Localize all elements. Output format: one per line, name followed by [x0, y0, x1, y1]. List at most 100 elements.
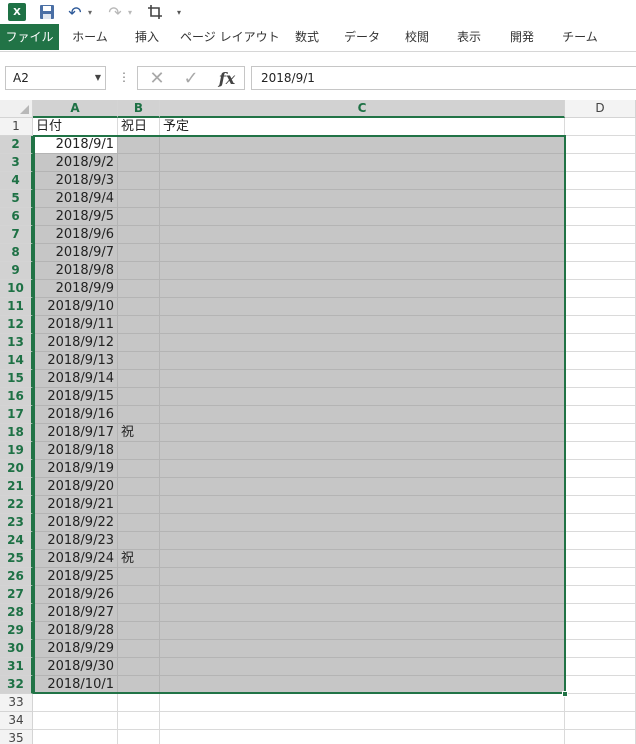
cell-b8[interactable] [118, 244, 160, 262]
cell-a24[interactable]: 2018/9/23 [33, 532, 118, 550]
cell-d15[interactable] [565, 370, 636, 388]
cell-a31[interactable]: 2018/9/30 [33, 658, 118, 676]
cell-a11[interactable]: 2018/9/10 [33, 298, 118, 316]
cell-a5[interactable]: 2018/9/4 [33, 190, 118, 208]
cell-d8[interactable] [565, 244, 636, 262]
cell-a13[interactable]: 2018/9/12 [33, 334, 118, 352]
name-box[interactable]: A2 ▼ [5, 66, 106, 90]
cell-c1[interactable]: 予定 [160, 118, 565, 136]
cell-a30[interactable]: 2018/9/29 [33, 640, 118, 658]
cell-c16[interactable] [160, 388, 565, 406]
cell-b10[interactable] [118, 280, 160, 298]
cell-c8[interactable] [160, 244, 565, 262]
insert-function-icon[interactable]: fx [214, 68, 240, 90]
cell-a15[interactable]: 2018/9/14 [33, 370, 118, 388]
undo-icon[interactable]: ↶ [66, 2, 84, 22]
cell-c5[interactable] [160, 190, 565, 208]
cell-d6[interactable] [565, 208, 636, 226]
cell-b32[interactable] [118, 676, 160, 694]
column-header-a[interactable]: A [33, 100, 118, 118]
cell-c17[interactable] [160, 406, 565, 424]
row-header[interactable]: 4 [0, 172, 33, 190]
row-header[interactable]: 28 [0, 604, 33, 622]
cell-a17[interactable]: 2018/9/16 [33, 406, 118, 424]
redo-dropdown-icon[interactable]: ▾ [126, 2, 134, 22]
cell-c22[interactable] [160, 496, 565, 514]
row-header[interactable]: 15 [0, 370, 33, 388]
cell-b16[interactable] [118, 388, 160, 406]
tab-team[interactable]: チーム [554, 24, 606, 50]
cell-c2[interactable] [160, 136, 565, 154]
row-header[interactable]: 2 [0, 136, 33, 154]
tab-insert[interactable]: 挿入 [124, 24, 170, 50]
cell-d7[interactable] [565, 226, 636, 244]
cell-a32[interactable]: 2018/10/1 [33, 676, 118, 694]
cell-b11[interactable] [118, 298, 160, 316]
cell-b28[interactable] [118, 604, 160, 622]
formula-input[interactable]: 2018/9/1 [251, 66, 636, 90]
row-header[interactable]: 30 [0, 640, 33, 658]
tab-view[interactable]: 表示 [448, 24, 490, 50]
cell-b1[interactable]: 祝日 [118, 118, 160, 136]
cell-c6[interactable] [160, 208, 565, 226]
tab-review[interactable]: 校閲 [396, 24, 438, 50]
row-header[interactable]: 12 [0, 316, 33, 334]
cell-d23[interactable] [565, 514, 636, 532]
cell-a34[interactable] [33, 712, 118, 730]
cell-a19[interactable]: 2018/9/18 [33, 442, 118, 460]
column-header-b[interactable]: B [118, 100, 160, 118]
cell-c4[interactable] [160, 172, 565, 190]
row-header[interactable]: 33 [0, 694, 33, 712]
cell-b27[interactable] [118, 586, 160, 604]
cell-c3[interactable] [160, 154, 565, 172]
cell-b20[interactable] [118, 460, 160, 478]
cell-a27[interactable]: 2018/9/26 [33, 586, 118, 604]
cell-a23[interactable]: 2018/9/22 [33, 514, 118, 532]
cell-d5[interactable] [565, 190, 636, 208]
cell-d13[interactable] [565, 334, 636, 352]
row-header[interactable]: 5 [0, 190, 33, 208]
cell-c28[interactable] [160, 604, 565, 622]
cell-b31[interactable] [118, 658, 160, 676]
cell-c7[interactable] [160, 226, 565, 244]
cell-a25[interactable]: 2018/9/24 [33, 550, 118, 568]
cell-b12[interactable] [118, 316, 160, 334]
cell-c30[interactable] [160, 640, 565, 658]
cell-c35[interactable] [160, 730, 565, 744]
cell-b7[interactable] [118, 226, 160, 244]
cell-a22[interactable]: 2018/9/21 [33, 496, 118, 514]
cell-d32[interactable] [565, 676, 636, 694]
row-header[interactable]: 10 [0, 280, 33, 298]
cell-b5[interactable] [118, 190, 160, 208]
cell-c13[interactable] [160, 334, 565, 352]
cell-b23[interactable] [118, 514, 160, 532]
cell-b25[interactable]: 祝 [118, 550, 160, 568]
tab-home[interactable]: ホーム [65, 24, 115, 50]
row-header[interactable]: 19 [0, 442, 33, 460]
fill-handle[interactable] [562, 691, 568, 697]
row-header[interactable]: 27 [0, 586, 33, 604]
cell-c9[interactable] [160, 262, 565, 280]
cell-a4[interactable]: 2018/9/3 [33, 172, 118, 190]
cell-d10[interactable] [565, 280, 636, 298]
tab-file[interactable]: ファイル [0, 24, 59, 50]
cell-d18[interactable] [565, 424, 636, 442]
cell-c20[interactable] [160, 460, 565, 478]
cell-c19[interactable] [160, 442, 565, 460]
cell-d27[interactable] [565, 586, 636, 604]
cell-a9[interactable]: 2018/9/8 [33, 262, 118, 280]
cell-c21[interactable] [160, 478, 565, 496]
cell-c32[interactable] [160, 676, 565, 694]
cell-b17[interactable] [118, 406, 160, 424]
tab-developer[interactable]: 開発 [501, 24, 543, 50]
cell-d17[interactable] [565, 406, 636, 424]
cell-c23[interactable] [160, 514, 565, 532]
row-header[interactable]: 25 [0, 550, 33, 568]
cell-a21[interactable]: 2018/9/20 [33, 478, 118, 496]
cell-b2[interactable] [118, 136, 160, 154]
cell-b19[interactable] [118, 442, 160, 460]
cell-a7[interactable]: 2018/9/6 [33, 226, 118, 244]
row-header[interactable]: 8 [0, 244, 33, 262]
cell-d33[interactable] [565, 694, 636, 712]
cell-d1[interactable] [565, 118, 636, 136]
